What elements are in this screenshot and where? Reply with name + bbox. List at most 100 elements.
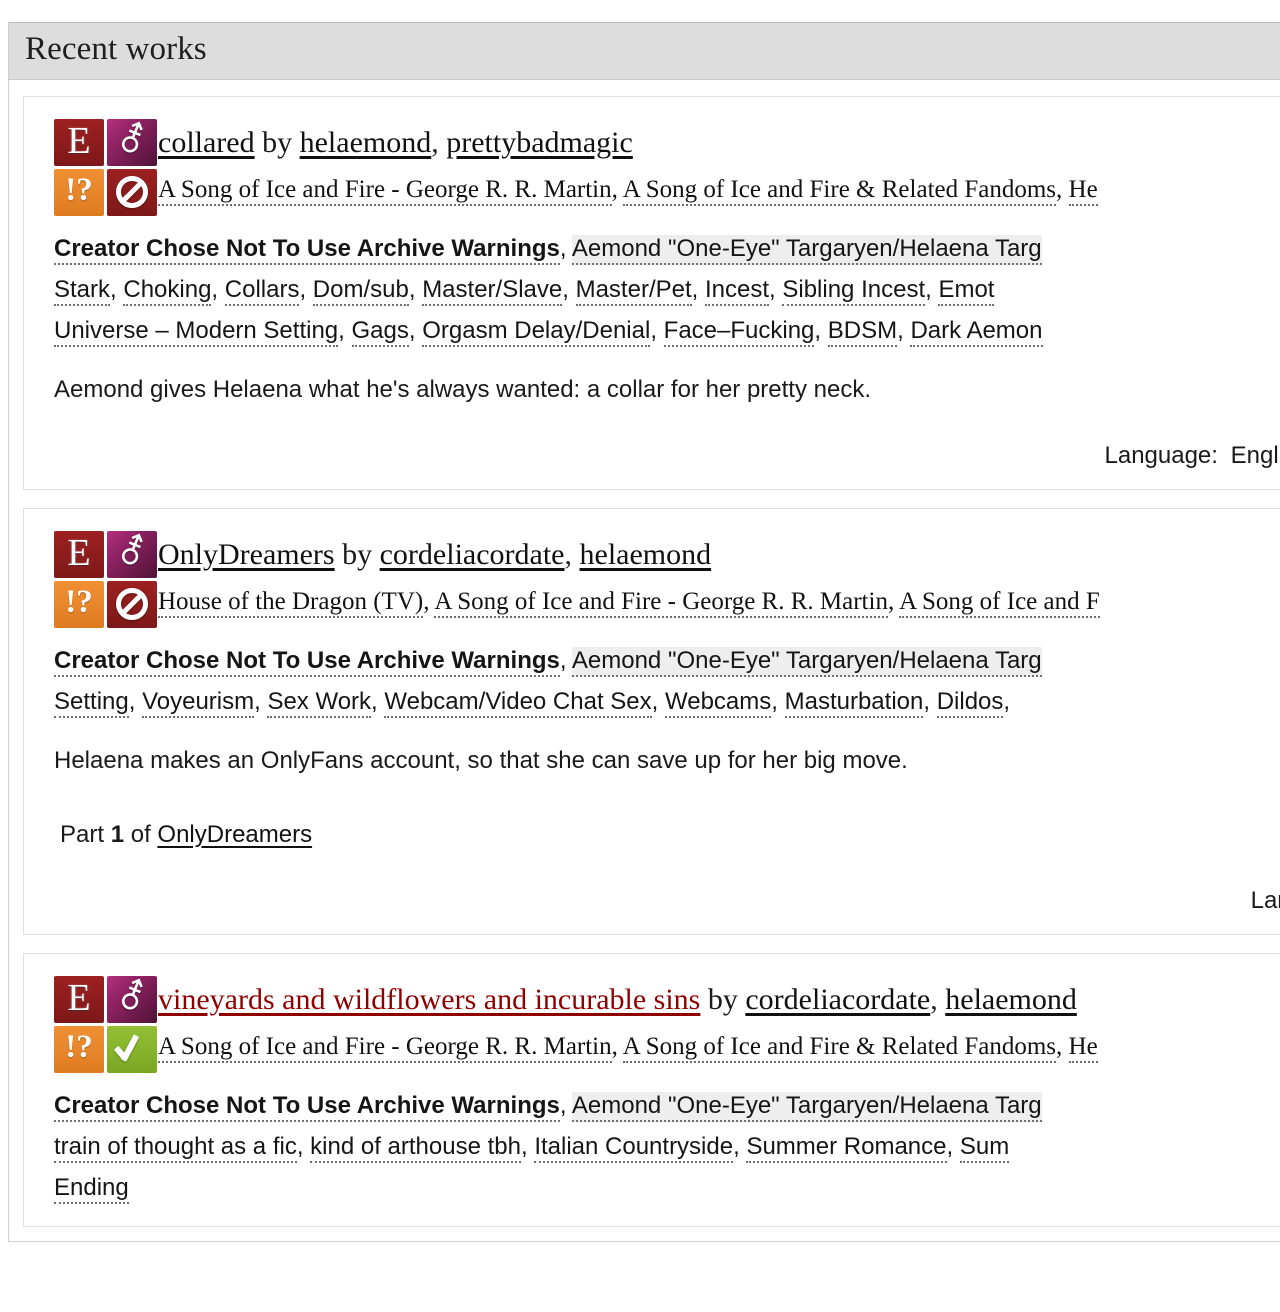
freeform-tag[interactable]: Emot [938, 275, 995, 306]
work-item[interactable]: E ⚦ !? OnlyDreamers by cordeliacordate, … [23, 507, 1280, 935]
work-incomplete-icon[interactable] [107, 168, 157, 216]
fandom-link[interactable]: He [1068, 1032, 1098, 1063]
category-other-icon[interactable]: ⚦ [107, 530, 157, 578]
freeform-tag[interactable]: Orgasm Delay/Denial [422, 316, 651, 347]
freeform-tag[interactable]: Dom/sub [312, 275, 409, 306]
freeform-tag[interactable]: Sibling Incest [782, 275, 926, 306]
freeform-tag[interactable]: Voyeurism [142, 687, 255, 718]
tag-list: Creator Chose Not To Use Archive Warning… [54, 1085, 1280, 1208]
work-author-link[interactable]: prettybadmagic [446, 126, 633, 159]
freeform-tag[interactable]: Dark Aemon [910, 316, 1043, 347]
relationship-tag[interactable]: Aemond "One-Eye" Targaryen/Helaena Targ [571, 646, 1042, 677]
work-author-link[interactable]: helaemond [300, 126, 432, 159]
work-title-line: collared by helaemond, prettybadmagic [158, 125, 633, 159]
work-author-link[interactable]: helaemond [945, 983, 1077, 1016]
rating-explicit-icon[interactable]: E [54, 975, 104, 1023]
required-tags: E ⚦ !? [54, 530, 158, 628]
rating-explicit-glyph: E [67, 120, 91, 163]
freeform-tag[interactable]: train of thought as a fic [54, 1132, 297, 1163]
fandom-link[interactable]: A Song of Ice and F [899, 587, 1100, 618]
freeform-tag[interactable]: Collars [224, 275, 300, 306]
freeform-tag[interactable]: kind of arthouse tbh [310, 1132, 521, 1163]
by-label: by [707, 982, 738, 1016]
warning-choosenotto-icon[interactable]: !? [54, 580, 104, 628]
fandom-link[interactable]: House of the Dragon (TV) [158, 587, 424, 618]
work-incomplete-icon[interactable] [107, 580, 157, 628]
work-header: E ⚦ !? OnlyDreamers by cordeliacordate, … [54, 529, 1280, 628]
work-heading-text: collared by helaemond, prettybadmagic A … [158, 117, 1280, 213]
freeform-tag[interactable]: Summer Romance [746, 1132, 947, 1163]
work-author-link[interactable]: cordeliacordate [380, 538, 565, 571]
freeform-tag[interactable]: Stark [54, 275, 111, 306]
freeform-tag[interactable]: Webcam/Video Chat Sex [384, 687, 652, 718]
freeform-tag[interactable]: BDSM [827, 316, 898, 347]
fandom-list: A Song of Ice and Fire - George R. R. Ma… [158, 167, 1280, 213]
warning-tag[interactable]: Creator Chose Not To Use Archive Warning… [54, 1091, 560, 1122]
work-title-link[interactable]: collared [158, 126, 255, 159]
category-other-icon[interactable]: ⚦ [107, 975, 157, 1023]
freeform-tag[interactable]: Gags [351, 316, 409, 347]
work-item[interactable]: E ⚦ !? collared by helaemond, prettybadm… [23, 95, 1280, 490]
fandom-link[interactable]: A Song of Ice and Fire & Related Fandoms [622, 1032, 1057, 1063]
fandom-link[interactable]: He [1068, 175, 1098, 206]
category-other-glyph: ⚦ [117, 120, 147, 160]
rating-explicit-glyph: E [67, 532, 91, 575]
warning-glyph: !? [65, 583, 93, 620]
freeform-tag[interactable]: Dildos [936, 687, 1004, 718]
stat-label-language: Lang [1250, 886, 1280, 914]
freeform-tag[interactable]: Italian Countryside [534, 1132, 734, 1163]
fandom-link[interactable]: A Song of Ice and Fire & Related Fandoms [622, 175, 1057, 206]
freeform-tag[interactable]: Choking [123, 275, 212, 306]
warning-tag[interactable]: Creator Chose Not To Use Archive Warning… [54, 234, 560, 265]
work-summary: Helaena makes an OnlyFans account, so th… [54, 746, 908, 774]
work-header: E ⚦ !? collared by helaemond, prettybadm… [54, 117, 1280, 216]
work-stats: Language: Engli [54, 441, 1280, 471]
relationship-tag[interactable]: Aemond "One-Eye" Targaryen/Helaena Targ [571, 234, 1042, 265]
work-heading-text: OnlyDreamers by cordeliacordate, helaemo… [158, 529, 1280, 625]
freeform-tag[interactable]: Master/Slave [422, 275, 563, 306]
freeform-tag[interactable]: Sum [959, 1132, 1010, 1163]
work-author-link[interactable]: helaemond [580, 538, 712, 571]
fandom-link[interactable]: A Song of Ice and Fire - George R. R. Ma… [158, 1032, 612, 1063]
work-title-line: vineyards and wildflowers and incurable … [158, 982, 1077, 1016]
work-author-link[interactable]: cordeliacordate [745, 983, 930, 1016]
work-title-link[interactable]: OnlyDreamers [158, 538, 335, 571]
no-entry-shape [116, 176, 148, 209]
freeform-tag[interactable]: Ending [54, 1173, 129, 1204]
freeform-tag[interactable]: Face–Fucking [663, 316, 815, 347]
warning-choosenotto-icon[interactable]: !? [54, 168, 104, 216]
fandom-link[interactable]: A Song of Ice and Fire - George R. R. Ma… [158, 175, 612, 206]
freeform-tag[interactable]: Masturbation [784, 687, 924, 718]
freeform-tag[interactable]: Master/Pet [575, 275, 692, 306]
category-other-glyph: ⚦ [117, 532, 147, 572]
rating-explicit-icon[interactable]: E [54, 530, 104, 578]
relationship-tag[interactable]: Aemond "One-Eye" Targaryen/Helaena Targ [571, 1091, 1042, 1122]
work-title-line: OnlyDreamers by cordeliacordate, helaemo… [158, 537, 712, 571]
required-tags: E ⚦ !? [54, 118, 158, 216]
series-link[interactable]: OnlyDreamers [157, 821, 312, 848]
fandom-list: House of the Dragon (TV), A Song of Ice … [158, 579, 1280, 625]
no-entry-shape [116, 588, 148, 621]
required-tags: E ⚦ !? [54, 975, 158, 1073]
freeform-tag[interactable]: Universe – Modern Setting [54, 316, 339, 347]
fandom-link[interactable]: A Song of Ice and Fire - George R. R. Ma… [434, 587, 888, 618]
tag-list: Creator Chose Not To Use Archive Warning… [54, 228, 1280, 351]
works-list: E ⚦ !? collared by helaemond, prettybadm… [9, 80, 1280, 1241]
warning-tag[interactable]: Creator Chose Not To Use Archive Warning… [54, 646, 560, 677]
rating-explicit-icon[interactable]: E [54, 118, 104, 166]
freeform-tag[interactable]: Setting [54, 687, 129, 718]
by-label: by [262, 125, 293, 159]
warning-glyph: !? [65, 1028, 93, 1065]
work-complete-icon[interactable] [107, 1025, 157, 1073]
work-title-link[interactable]: vineyards and wildflowers and incurable … [158, 983, 700, 1016]
freeform-tag[interactable]: Sex Work [267, 687, 372, 718]
freeform-tag[interactable]: Incest [704, 275, 770, 306]
rating-explicit-glyph: E [67, 977, 91, 1020]
series-of-label: of [130, 820, 151, 848]
warning-choosenotto-icon[interactable]: !? [54, 1025, 104, 1073]
freeform-tag[interactable]: Webcams [665, 687, 772, 718]
work-item[interactable]: E ⚦ !? vineyards and wildflowers and inc… [23, 952, 1280, 1227]
tag-list: Creator Chose Not To Use Archive Warning… [54, 640, 1280, 722]
category-other-icon[interactable]: ⚦ [107, 118, 157, 166]
checkmark-shape [115, 1032, 149, 1066]
